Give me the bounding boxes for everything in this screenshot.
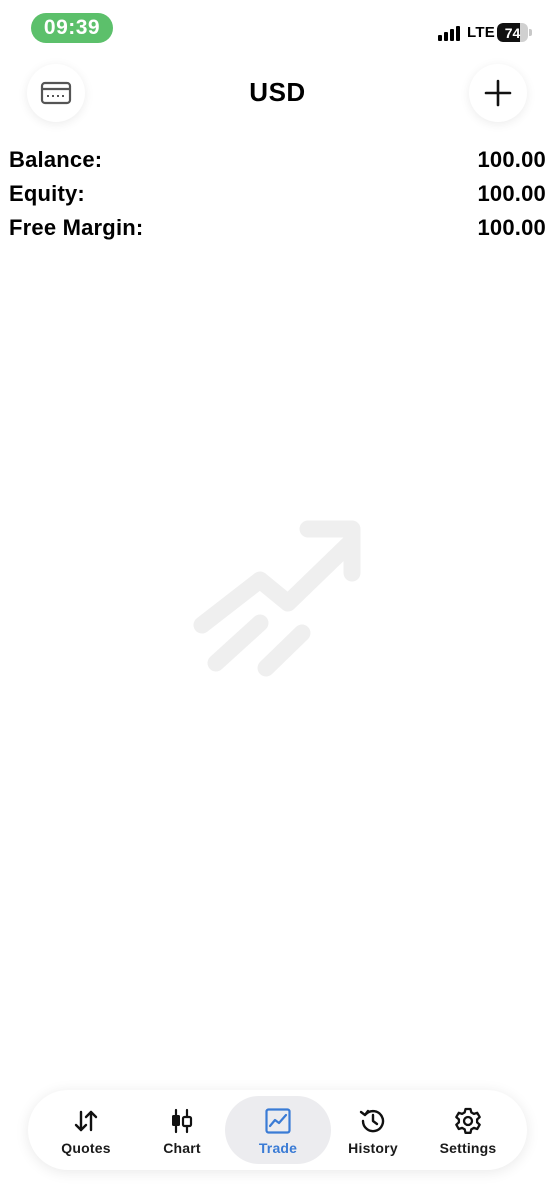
balance-value: 100.00 (477, 147, 546, 172)
gear-icon (455, 1107, 481, 1134)
tab-trade[interactable]: Trade (225, 1096, 331, 1164)
free-margin-label: Free Margin: (9, 215, 144, 240)
tab-bar: Quotes Chart Trade History Settings (28, 1090, 527, 1170)
equity-value: 100.00 (477, 181, 546, 206)
equity-label: Equity: (9, 181, 85, 206)
battery-level: 74 (504, 24, 521, 41)
history-icon (359, 1109, 385, 1133)
balance-row: Balance: 100.00 (9, 143, 546, 177)
free-margin-value: 100.00 (477, 215, 546, 240)
status-bar: 09:39 LTE 74 (0, 0, 555, 56)
arrows-up-down-icon (74, 1110, 98, 1132)
plus-icon (484, 79, 512, 107)
tab-quotes[interactable]: Quotes (38, 1096, 134, 1164)
free-margin-row: Free Margin: 100.00 (9, 211, 546, 245)
tab-history-label: History (348, 1140, 398, 1156)
tab-history[interactable]: History (325, 1096, 421, 1164)
trending-up-icon (193, 520, 361, 677)
tab-chart-label: Chart (163, 1140, 201, 1156)
equity-row: Equity: 100.00 (9, 177, 546, 211)
status-time: 09:39 (31, 13, 113, 43)
tab-chart[interactable]: Chart (134, 1096, 230, 1164)
add-order-button[interactable] (469, 64, 527, 122)
candlestick-icon (172, 1108, 193, 1134)
trade-screen: 09:39 LTE 74 USD Balance: 100.00 Equity:… (0, 0, 555, 1200)
tab-trade-label: Trade (258, 1140, 298, 1156)
trade-chart-icon (265, 1108, 291, 1134)
tab-quotes-label: Quotes (61, 1140, 111, 1156)
account-summary: Balance: 100.00 Equity: 100.00 Free Marg… (9, 143, 546, 245)
battery-icon: 74 (497, 23, 533, 42)
balance-label: Balance: (9, 147, 103, 172)
tab-settings-label: Settings (439, 1140, 497, 1156)
network-label: LTE (467, 24, 496, 41)
signal-icon (438, 25, 460, 41)
tab-settings[interactable]: Settings (420, 1096, 516, 1164)
